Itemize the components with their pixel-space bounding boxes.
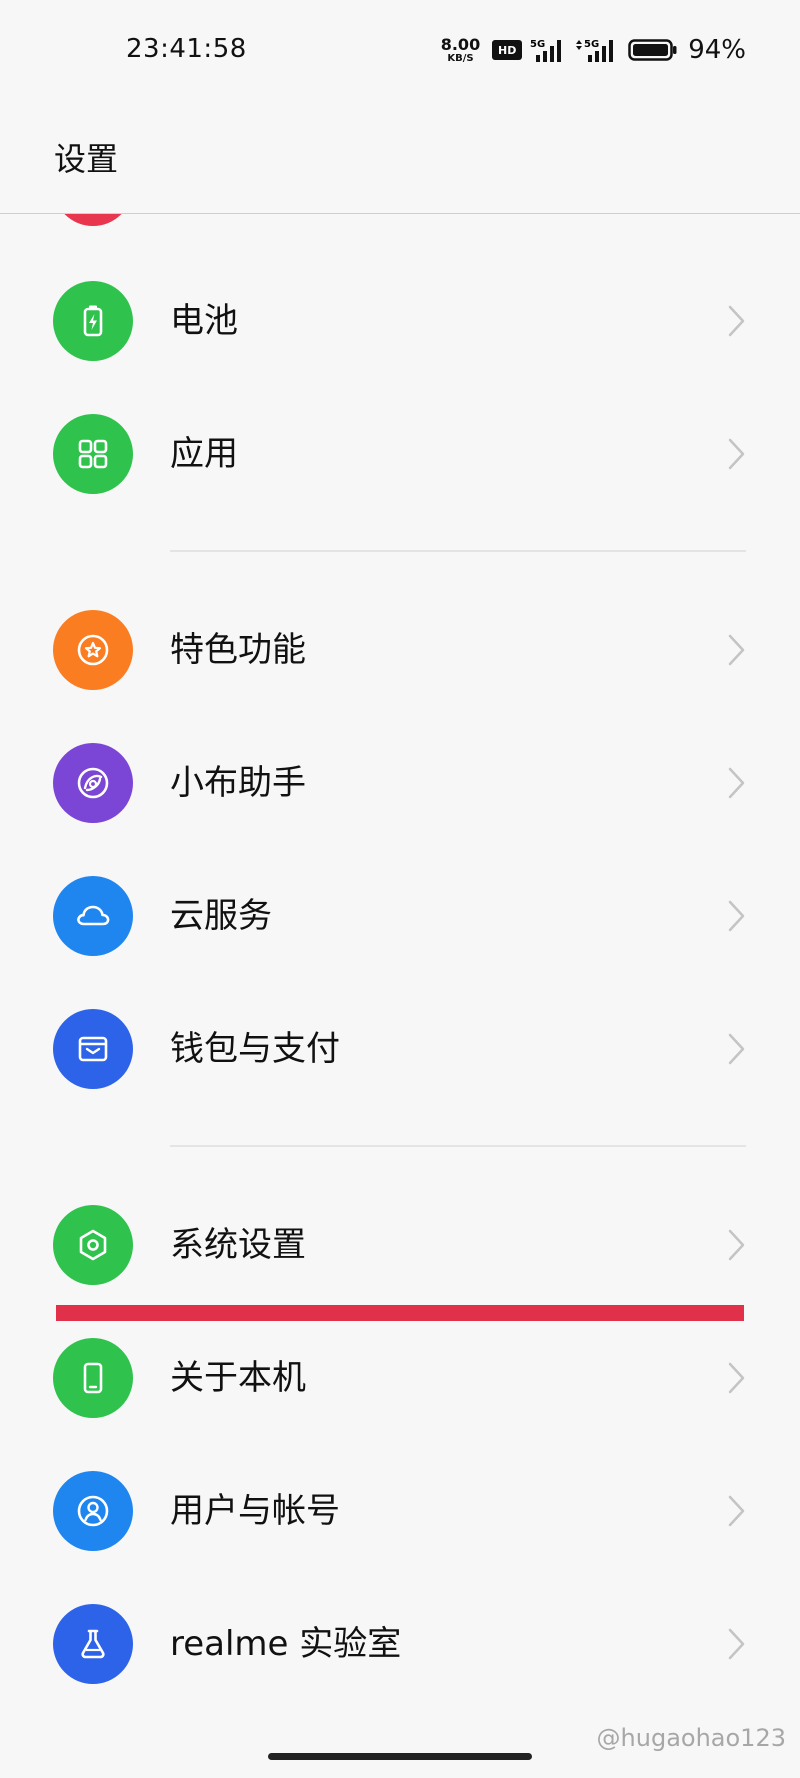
settings-item-system[interactable]: 系统设置 — [0, 1189, 800, 1299]
phone-icon — [53, 1338, 133, 1418]
network-speed-unit: KB/S — [447, 52, 474, 64]
page-header: 设置 — [0, 100, 800, 214]
chevron-right-icon — [728, 305, 745, 337]
cloud-icon — [53, 876, 133, 956]
settings-item-label: 电池 — [170, 301, 238, 341]
chevron-right-icon — [728, 767, 745, 799]
flask-icon — [53, 1604, 133, 1684]
chevron-right-icon — [728, 1362, 745, 1394]
battery-status-icon — [628, 39, 677, 61]
watermark: @hugaohao123 — [596, 1724, 786, 1752]
battery-percent: 94% — [688, 35, 746, 65]
chevron-right-icon — [728, 1033, 745, 1065]
status-bar: 23:41:58 8.00 KB/S HD 5G 5G 94% — [0, 0, 800, 100]
wallet-icon — [53, 1009, 133, 1089]
settings-item-label: 系统设置 — [170, 1225, 306, 1265]
page-title: 设置 — [54, 140, 119, 178]
chevron-right-icon — [728, 1229, 745, 1261]
apps-grid-icon — [53, 414, 133, 494]
settings-item-lab[interactable]: realme 实验室 — [0, 1588, 800, 1698]
settings-item-label: 小布助手 — [170, 763, 306, 803]
settings-item-features[interactable]: 特色功能 — [0, 594, 800, 704]
settings-screen: 23:41:58 8.00 KB/S HD 5G 5G 94% 设置 电池 应用… — [0, 0, 800, 1778]
home-indicator[interactable] — [268, 1753, 532, 1760]
sim2-network-label: 5G — [584, 39, 599, 50]
status-time: 23:41:58 — [126, 34, 247, 64]
status-indicators: 8.00 KB/S HD 5G 5G 94% — [441, 32, 746, 68]
network-speed: 8.00 KB/S — [440, 34, 481, 64]
settings-item-label: 特色功能 — [170, 630, 306, 670]
chevron-right-icon — [728, 1628, 745, 1660]
settings-item-about[interactable]: 关于本机 — [0, 1322, 800, 1432]
settings-item-assistant[interactable]: 小布助手 — [0, 727, 800, 837]
settings-item-wallet[interactable]: 钱包与支付 — [0, 993, 800, 1103]
settings-item-accounts[interactable]: 用户与帐号 — [0, 1455, 800, 1565]
settings-item-label: 关于本机 — [170, 1358, 306, 1398]
user-icon — [53, 1471, 133, 1551]
settings-item-label: 钱包与支付 — [170, 1029, 340, 1069]
chevron-right-icon — [728, 438, 745, 470]
settings-item-label: realme 实验室 — [170, 1624, 402, 1664]
battery-icon — [53, 281, 133, 361]
settings-item-cloud[interactable]: 云服务 — [0, 860, 800, 970]
chevron-right-icon — [728, 900, 745, 932]
section-divider — [170, 1145, 746, 1147]
settings-item-label: 应用 — [170, 434, 238, 474]
signal-sim1-icon: 5G — [530, 39, 562, 62]
highlight-underline — [56, 1305, 744, 1321]
signal-sim2-icon: 5G — [576, 39, 614, 62]
settings-item-battery[interactable]: 电池 — [0, 265, 800, 375]
chevron-right-icon — [728, 634, 745, 666]
settings-item-apps[interactable]: 应用 — [0, 398, 800, 508]
sim1-network-label: 5G — [530, 39, 545, 50]
hd-voice-icon: HD — [492, 40, 523, 60]
star-badge-icon — [53, 610, 133, 690]
network-speed-value: 8.00 — [440, 34, 481, 54]
section-divider — [170, 550, 746, 552]
settings-item-label: 云服务 — [170, 896, 272, 936]
settings-item-label: 用户与帐号 — [170, 1491, 340, 1531]
chevron-right-icon — [728, 1495, 745, 1527]
assistant-icon — [53, 743, 133, 823]
hexagon-settings-icon — [53, 1205, 133, 1285]
